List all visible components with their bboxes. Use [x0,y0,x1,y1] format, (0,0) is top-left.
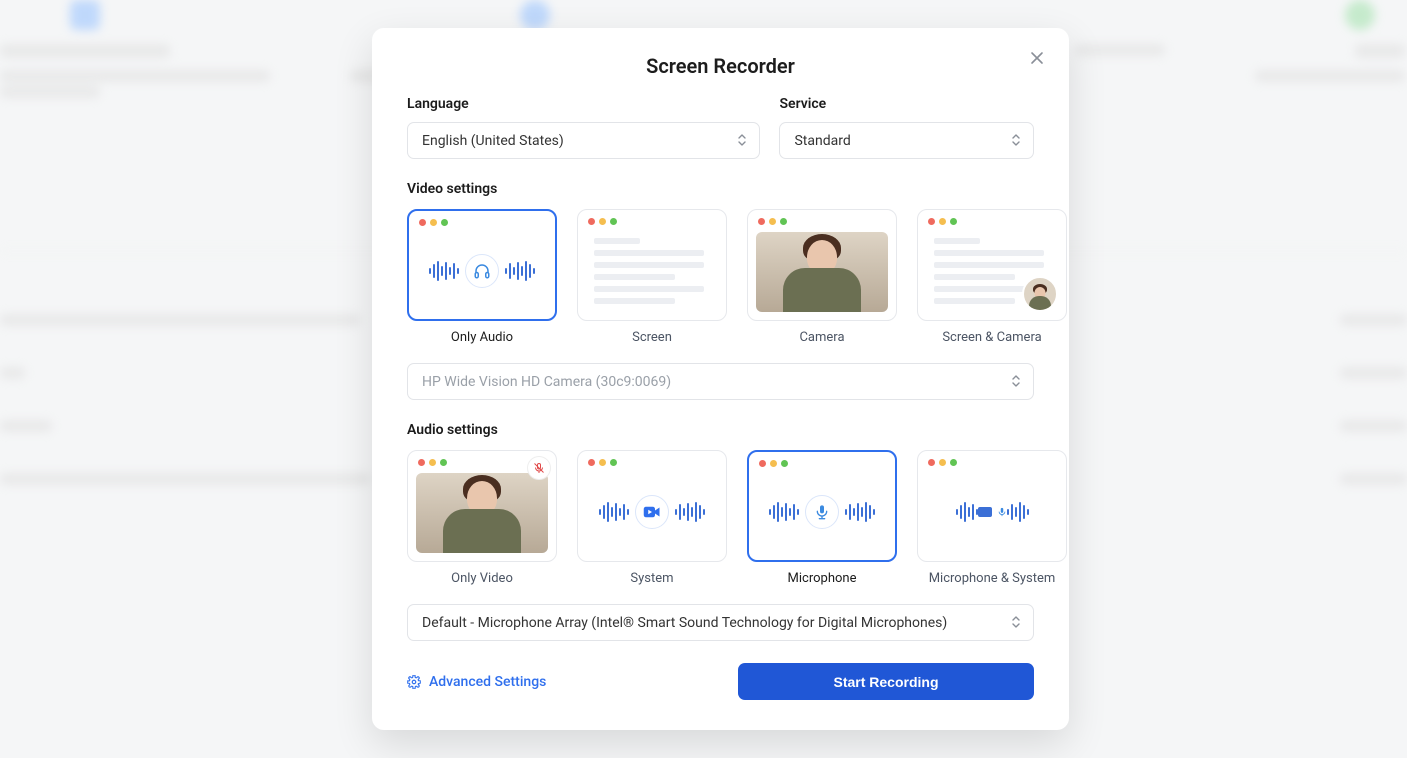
chevron-updown-icon [737,133,747,149]
traffic-lights-icon [759,460,788,467]
waveform-icon [599,502,629,522]
chevron-updown-icon [1011,133,1021,149]
waveform-icon [675,502,705,522]
camera-preview-icon [756,232,888,312]
camera-device-value: HP Wide Vision HD Camera (30c9:0069) [422,374,671,390]
service-value: Standard [794,133,850,149]
close-icon [1029,50,1045,66]
chevron-updown-icon [1011,374,1021,390]
camera-preview-icon [416,473,548,553]
microphone-device-select[interactable]: Default - Microphone Array (Intel® Smart… [407,604,1034,641]
mic-off-icon [528,457,550,479]
audio-option-only-video[interactable] [407,450,557,562]
video-icon [635,495,669,529]
traffic-lights-icon [588,459,617,466]
video-option-camera[interactable] [747,209,897,321]
waveform-icon [1007,502,1029,522]
service-label: Service [779,96,1034,112]
mic-and-system-icon [978,506,1007,518]
microphone-device-value: Default - Microphone Array (Intel® Smart… [422,615,947,631]
traffic-lights-icon [758,218,787,225]
video-option-screen-camera[interactable] [917,209,1067,321]
headphones-icon [465,254,499,288]
advanced-settings-link[interactable]: Advanced Settings [407,674,546,690]
waveform-icon [505,261,535,281]
traffic-lights-icon [588,218,617,225]
modal-title: Screen Recorder [407,54,1034,78]
card-label: Microphone [747,571,897,586]
traffic-lights-icon [418,459,447,466]
language-value: English (United States) [422,133,564,149]
card-label: System [577,571,727,586]
card-label: Screen [577,330,727,345]
card-label: Only Audio [407,330,557,345]
audio-option-mic-system[interactable] [917,450,1067,562]
waveform-icon [769,502,799,522]
camera-device-select[interactable]: HP Wide Vision HD Camera (30c9:0069) [407,363,1034,400]
card-label: Microphone & System [917,571,1067,586]
audio-settings-label: Audio settings [407,422,1034,438]
document-lines-icon [588,232,716,310]
card-label: Camera [747,330,897,345]
language-label: Language [407,96,760,112]
audio-option-microphone[interactable] [747,450,897,562]
video-option-only-audio[interactable] [407,209,557,321]
start-recording-button[interactable]: Start Recording [738,663,1034,700]
video-settings-label: Video settings [407,181,1034,197]
traffic-lights-icon [928,218,957,225]
audio-option-system[interactable] [577,450,727,562]
close-button[interactable] [1029,50,1047,68]
card-label: Only Video [407,571,557,586]
traffic-lights-icon [928,459,957,466]
waveform-icon [956,502,978,522]
gear-icon [407,675,421,689]
card-label: Screen & Camera [917,330,1067,345]
microphone-icon [805,495,839,529]
picture-in-picture-icon [1022,276,1058,312]
waveform-icon [429,261,459,281]
waveform-icon [845,502,875,522]
advanced-settings-label: Advanced Settings [429,674,546,690]
service-select[interactable]: Standard [779,122,1034,159]
language-select[interactable]: English (United States) [407,122,760,159]
screen-recorder-modal: Screen Recorder Language English (United… [372,28,1069,730]
traffic-lights-icon [419,219,448,226]
video-option-screen[interactable] [577,209,727,321]
chevron-updown-icon [1011,615,1021,631]
